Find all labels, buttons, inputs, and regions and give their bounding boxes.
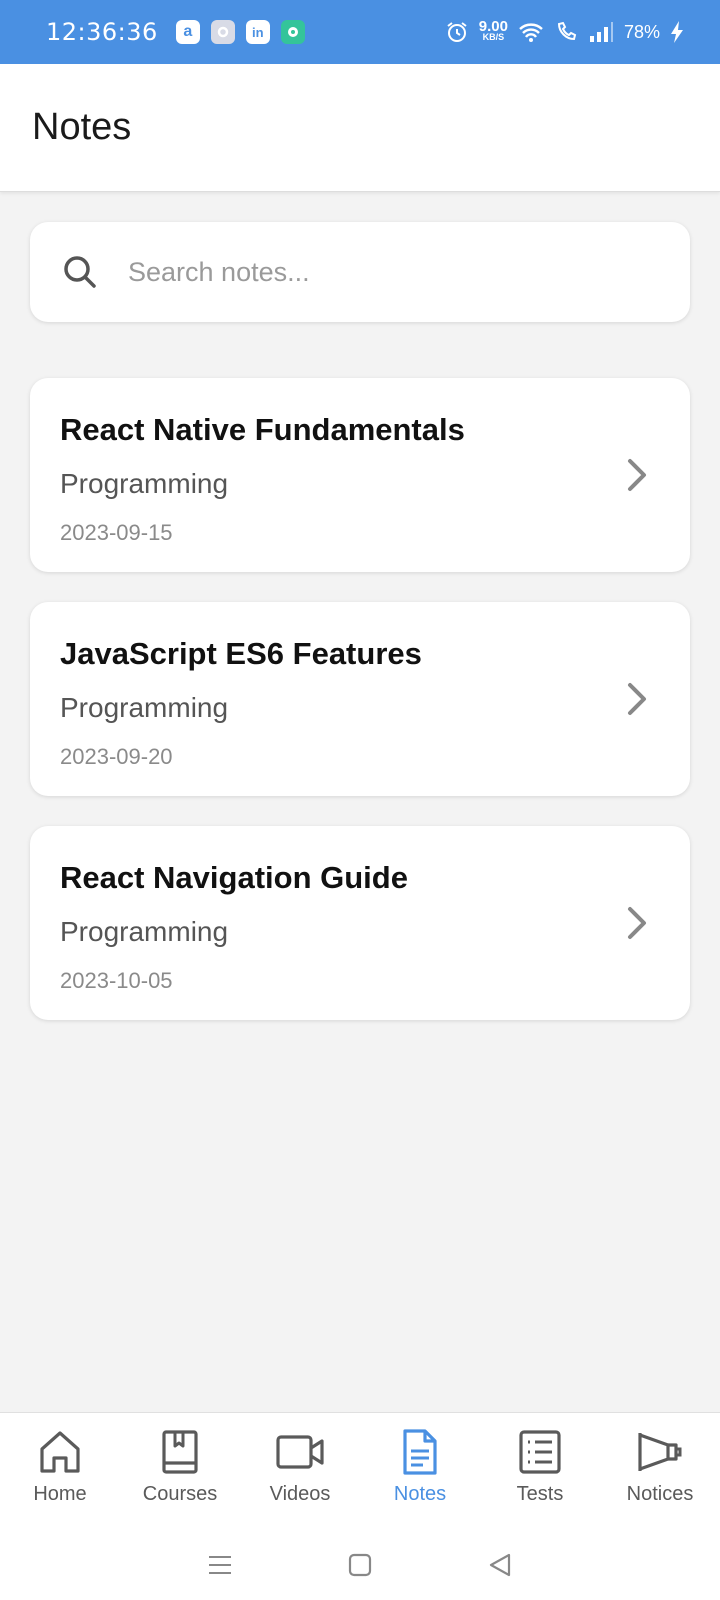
megaphone-icon <box>638 1433 682 1471</box>
tab-notes[interactable]: Notes <box>360 1413 480 1530</box>
note-card[interactable]: React Native Fundamentals Programming 20… <box>30 378 690 572</box>
battery-level: 78% <box>623 21 660 42</box>
home-button-icon[interactable] <box>345 1550 375 1580</box>
document-icon <box>403 1429 437 1475</box>
video-camera-icon <box>276 1435 324 1469</box>
page-title: Notes <box>32 106 132 148</box>
chat-notification-icon <box>280 20 305 44</box>
book-icon <box>162 1430 198 1474</box>
search-icon <box>64 256 96 288</box>
home-icon <box>40 1431 80 1473</box>
tab-label: Courses <box>142 1483 218 1505</box>
app-header: Notes <box>0 64 720 192</box>
wifi-icon <box>519 23 543 42</box>
tab-videos[interactable]: Videos <box>240 1413 360 1530</box>
note-date: 2023-09-15 <box>60 520 173 545</box>
search-input[interactable] <box>128 256 648 288</box>
note-card[interactable]: JavaScript ES6 Features Programming 2023… <box>30 602 690 796</box>
linkedin-notification-icon: in <box>245 20 270 44</box>
chevron-right-icon <box>628 907 646 939</box>
tab-home[interactable]: Home <box>0 1413 120 1530</box>
signal-icon <box>589 22 613 42</box>
chevron-right-icon <box>628 459 646 491</box>
status-bar: 12:36:36 a in 9.00 KB/S 78% <box>0 0 720 64</box>
app-a-notification-icon: a <box>175 20 200 44</box>
list-icon <box>519 1430 561 1474</box>
tab-tests[interactable]: Tests <box>480 1413 600 1530</box>
chevron-right-icon <box>628 683 646 715</box>
note-title: JavaScript ES6 Features <box>60 636 422 671</box>
network-speed: 9.00 KB/S <box>478 18 508 42</box>
note-date: 2023-09-20 <box>60 744 173 769</box>
note-category: Programming <box>60 692 229 723</box>
search-bar[interactable] <box>30 222 690 322</box>
note-date: 2023-10-05 <box>60 968 173 993</box>
tab-label: Notices <box>626 1483 694 1505</box>
charging-icon <box>671 21 683 43</box>
tab-notices[interactable]: Notices <box>600 1413 720 1530</box>
alarm-icon <box>447 22 467 42</box>
settings-notification-icon <box>210 20 235 44</box>
tab-label: Videos <box>269 1483 331 1505</box>
recent-apps-icon[interactable] <box>205 1550 235 1580</box>
bottom-tab-bar: Home Courses Videos Notes Tests Notices <box>0 1412 720 1530</box>
tab-label: Notes <box>393 1483 447 1505</box>
note-title: React Navigation Guide <box>60 860 408 895</box>
system-navigation-bar <box>0 1530 720 1600</box>
note-card[interactable]: React Navigation Guide Programming 2023-… <box>30 826 690 1020</box>
note-title: React Native Fundamentals <box>60 412 465 447</box>
wifi-call-icon <box>557 21 577 41</box>
status-time: 12:36:36 <box>46 18 158 46</box>
note-category: Programming <box>60 916 229 947</box>
tab-label: Home <box>33 1483 87 1505</box>
tab-label: Tests <box>516 1483 564 1505</box>
note-category: Programming <box>60 468 229 499</box>
tab-courses[interactable]: Courses <box>120 1413 240 1530</box>
back-icon[interactable] <box>485 1550 515 1580</box>
